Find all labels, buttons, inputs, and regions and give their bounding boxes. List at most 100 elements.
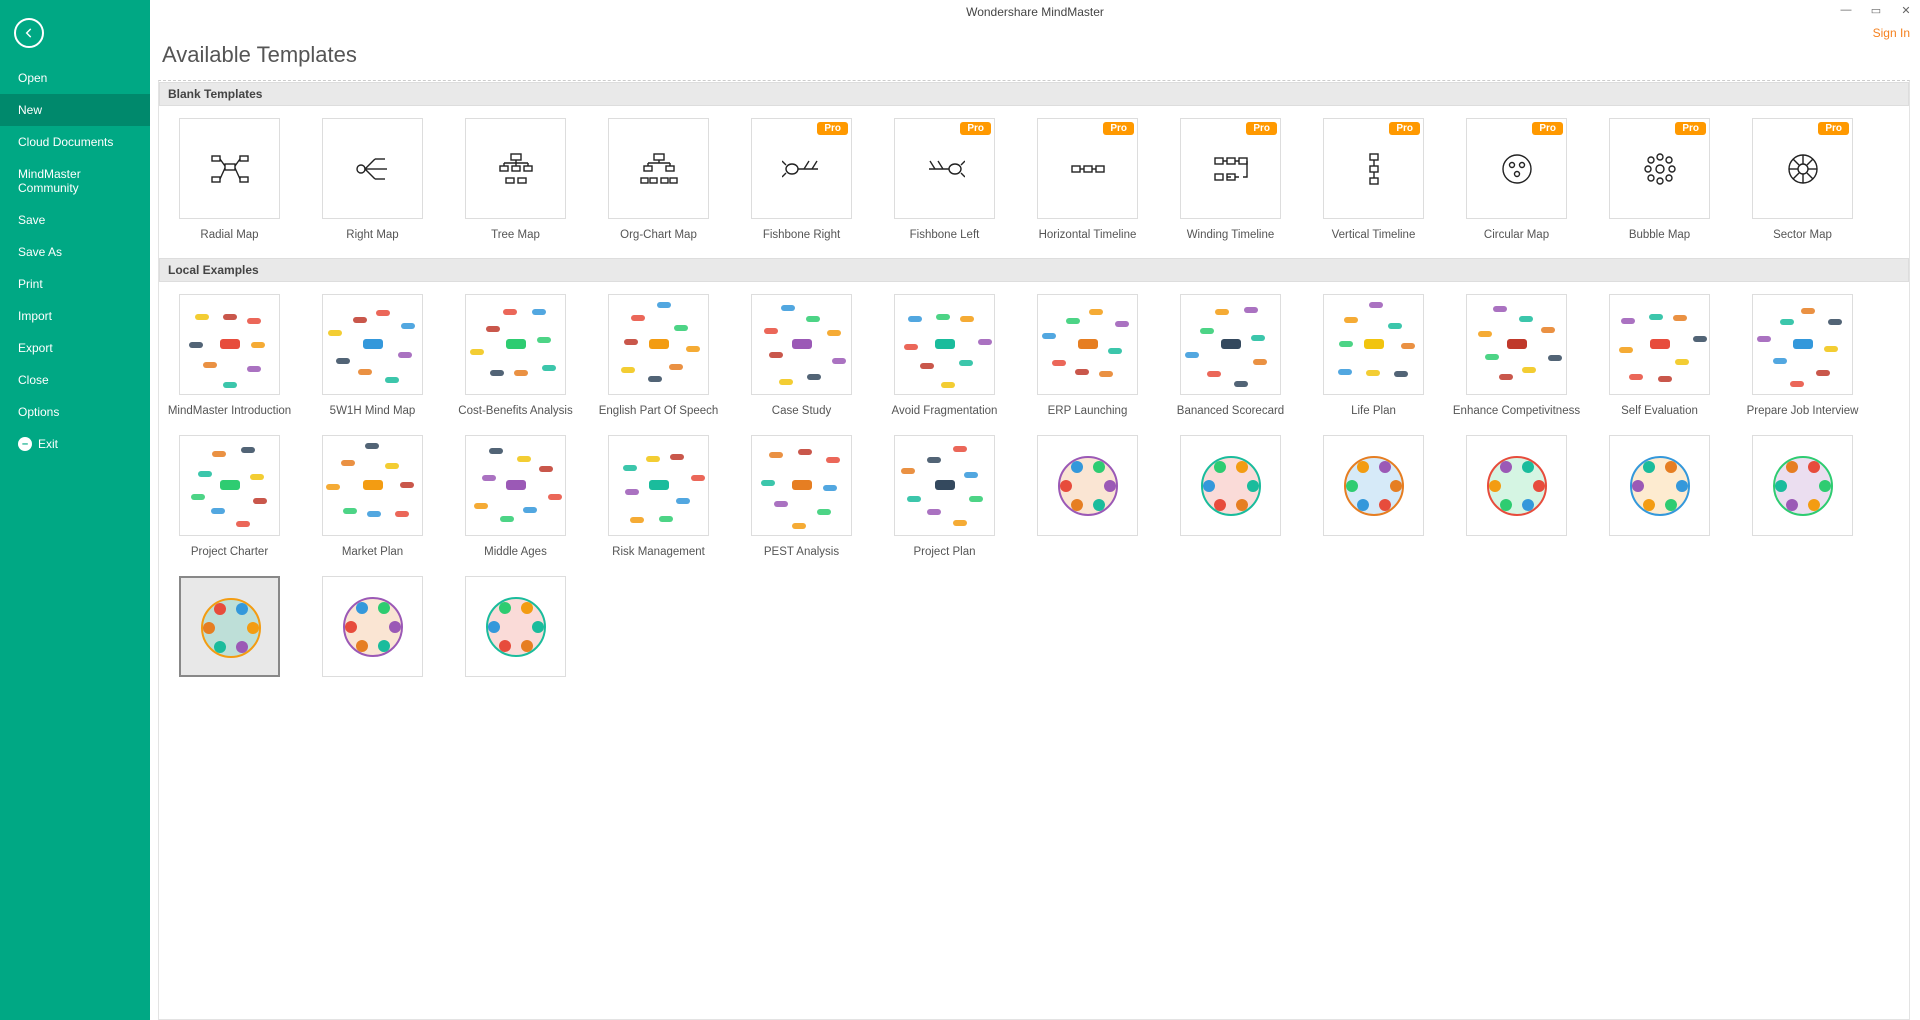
pro-badge: Pro [817, 122, 848, 135]
template-htime[interactable]: ProHorizontal Timeline [1037, 118, 1138, 241]
example-item[interactable]: MindMaster Introduction [179, 294, 280, 417]
example-item[interactable]: Bananced Scorecard [1180, 294, 1281, 417]
blank-templates-grid: Radial Map Right Map Tree Map Org-Chart Map… [159, 106, 1909, 257]
content-panel: Blank Templates Radial Map Right Map Tree … [158, 80, 1910, 1020]
example-label: Bananced Scorecard [1177, 405, 1284, 417]
sidebar-item-options[interactable]: Options [0, 396, 150, 428]
sidebar: OpenNewCloud DocumentsMindMaster Communi… [0, 0, 150, 1020]
template-fishl[interactable]: ProFishbone Left [894, 118, 995, 241]
sidebar-item-print[interactable]: Print [0, 268, 150, 300]
example-item[interactable]: ERP Launching [1037, 294, 1138, 417]
example-item[interactable] [1323, 435, 1424, 558]
example-item[interactable]: Avoid Fragmentation [894, 294, 995, 417]
example-item[interactable]: Risk Management [608, 435, 709, 558]
template-label: Org-Chart Map [620, 229, 697, 241]
template-label: Vertical Timeline [1332, 229, 1416, 241]
example-item[interactable]: Cost-Benefits Analysis [465, 294, 566, 417]
template-card: Pro [1752, 118, 1853, 219]
titlebar: Wondershare MindMaster — ▭ ✕ [150, 0, 1920, 24]
sidebar-item-community[interactable]: MindMaster Community [0, 158, 150, 204]
pro-badge: Pro [1532, 122, 1563, 135]
main-area: Wondershare MindMaster — ▭ ✕ Sign In Ava… [150, 0, 1920, 1020]
example-item[interactable] [1466, 435, 1567, 558]
example-item[interactable] [1037, 435, 1138, 558]
example-thumb [1180, 435, 1281, 536]
example-label: ERP Launching [1048, 405, 1128, 417]
example-item[interactable]: Self Evaluation [1609, 294, 1710, 417]
window-controls: — ▭ ✕ [1838, 2, 1914, 18]
local-examples-grid: MindMaster Introduction 5W1H Mind Map Cost… [159, 282, 1909, 703]
sidebar-item-open[interactable]: Open [0, 62, 150, 94]
sidebar-item-saveas[interactable]: Save As [0, 236, 150, 268]
sidebar-item-save[interactable]: Save [0, 204, 150, 236]
pro-badge: Pro [1818, 122, 1849, 135]
example-thumb [1323, 435, 1424, 536]
sidebar-item-close[interactable]: Close [0, 364, 150, 396]
template-org[interactable]: Org-Chart Map [608, 118, 709, 241]
example-thumb [751, 294, 852, 395]
minimize-button[interactable]: — [1838, 2, 1854, 18]
example-label: 5W1H Mind Map [330, 405, 416, 417]
template-circ[interactable]: ProCircular Map [1466, 118, 1567, 241]
example-label: MindMaster Introduction [168, 405, 291, 417]
section-blank-header: Blank Templates [159, 82, 1909, 106]
sidebar-item-cloud[interactable]: Cloud Documents [0, 126, 150, 158]
example-item[interactable] [1752, 435, 1853, 558]
example-thumb [465, 576, 566, 677]
example-label: Self Evaluation [1621, 405, 1698, 417]
template-radial[interactable]: Radial Map [179, 118, 280, 241]
close-button[interactable]: ✕ [1898, 2, 1914, 18]
example-thumb [1466, 294, 1567, 395]
signin-link[interactable]: Sign In [1873, 26, 1910, 40]
example-item[interactable] [1180, 435, 1281, 558]
exit-label: Exit [38, 437, 58, 451]
example-item[interactable] [179, 576, 280, 687]
example-thumb [1609, 294, 1710, 395]
example-thumb [1037, 435, 1138, 536]
example-item[interactable]: Market Plan [322, 435, 423, 558]
example-item[interactable] [1609, 435, 1710, 558]
template-tree[interactable]: Tree Map [465, 118, 566, 241]
template-scroll[interactable]: Blank Templates Radial Map Right Map Tree … [159, 81, 1909, 1019]
example-thumb [608, 294, 709, 395]
sidebar-item-export[interactable]: Export [0, 332, 150, 364]
template-fishr[interactable]: Pro Fishbone Right [751, 118, 852, 241]
template-card: Pro [894, 118, 995, 219]
template-sector[interactable]: ProSector Map [1752, 118, 1853, 241]
example-item[interactable]: Life Plan [1323, 294, 1424, 417]
example-item[interactable]: Middle Ages [465, 435, 566, 558]
example-label: Avoid Fragmentation [892, 405, 998, 417]
sidebar-item-exit[interactable]: – Exit [0, 428, 150, 460]
template-label: Right Map [346, 229, 398, 241]
example-item[interactable]: Case Study [751, 294, 852, 417]
example-thumb [751, 435, 852, 536]
example-label: Prepare Job Interview [1747, 405, 1859, 417]
example-item[interactable] [322, 576, 423, 687]
sidebar-item-new[interactable]: New [0, 94, 150, 126]
example-thumb [894, 294, 995, 395]
example-label: Market Plan [342, 546, 403, 558]
example-item[interactable]: 5W1H Mind Map [322, 294, 423, 417]
pro-badge: Pro [960, 122, 991, 135]
example-item[interactable]: Prepare Job Interview [1752, 294, 1853, 417]
example-thumb [179, 294, 280, 395]
template-bubble[interactable]: ProBubble Map [1609, 118, 1710, 241]
back-button[interactable] [14, 18, 44, 48]
example-item[interactable]: Project Plan [894, 435, 995, 558]
maximize-button[interactable]: ▭ [1868, 2, 1884, 18]
sidebar-item-import[interactable]: Import [0, 300, 150, 332]
example-item[interactable]: PEST Analysis [751, 435, 852, 558]
template-label: Fishbone Right [763, 229, 840, 241]
template-card [608, 118, 709, 219]
template-wtime[interactable]: ProWinding Timeline [1180, 118, 1281, 241]
template-right[interactable]: Right Map [322, 118, 423, 241]
pro-badge: Pro [1246, 122, 1277, 135]
example-item[interactable]: English Part Of Speech [608, 294, 709, 417]
example-item[interactable]: Project Charter [179, 435, 280, 558]
example-item[interactable]: Enhance Competivitness [1466, 294, 1567, 417]
example-item[interactable] [465, 576, 566, 687]
template-label: Radial Map [200, 229, 258, 241]
example-thumb [608, 435, 709, 536]
example-label: Case Study [772, 405, 831, 417]
template-vtime[interactable]: ProVertical Timeline [1323, 118, 1424, 241]
